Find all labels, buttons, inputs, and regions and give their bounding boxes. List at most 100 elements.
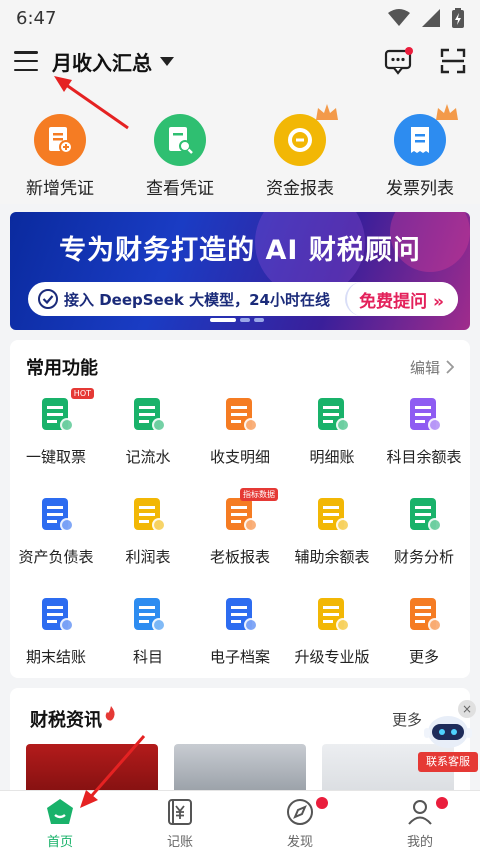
feature-label: 辅助余额表 — [294, 548, 370, 566]
feature-tag: 指标数据 — [240, 488, 278, 501]
feature-item[interactable]: 明细账 — [286, 388, 378, 488]
tab-label: 首页 — [46, 835, 73, 850]
upgrade-icon — [312, 594, 352, 634]
quick-action-invoice-list[interactable]: 发票列表 — [360, 86, 480, 204]
feature-label: 利润表 — [125, 548, 171, 566]
signal-icon — [422, 9, 440, 27]
menu-icon[interactable] — [14, 51, 38, 71]
crown-icon — [316, 104, 338, 120]
add-voucher-icon — [34, 114, 86, 166]
feature-label: 科目 — [132, 648, 163, 666]
feature-tag: HOT — [70, 388, 94, 399]
quick-action-label: 发票列表 — [386, 179, 454, 199]
feature-item[interactable]: 更多 — [378, 588, 470, 688]
feature-item[interactable]: 升级专业版 — [286, 588, 378, 688]
feature-label: 老板报表 — [209, 548, 270, 566]
chevron-right-icon — [446, 360, 454, 374]
view-voucher-icon — [154, 114, 206, 166]
feature-label: 收支明细 — [209, 448, 270, 466]
message-icon[interactable] — [384, 47, 414, 75]
bottom-tab-bar: 首页 记账 发现 我的 — [0, 790, 480, 855]
invoice-list-icon — [394, 104, 458, 166]
customer-service-button[interactable]: 联系客服 — [418, 752, 478, 772]
feature-grid: HOT 一键取票 记流水 收支明细 明细账 科目余额表 资产负债表 利润表 指标… — [10, 388, 470, 688]
quick-action-label: 查看凭证 — [146, 179, 214, 199]
feature-label: 记流水 — [125, 448, 171, 466]
banner-title: 专为财务打造的 AI 财税顾问 — [59, 235, 421, 266]
crown-icon — [436, 104, 458, 120]
status-time: 6:47 — [16, 7, 57, 29]
home-icon — [47, 799, 73, 824]
profile-icon — [408, 800, 432, 825]
feature-label: 升级专业版 — [294, 648, 370, 666]
quick-action-label: 资金报表 — [266, 179, 334, 199]
tab-label: 记账 — [166, 835, 193, 850]
aux-balance-icon — [312, 494, 352, 534]
feature-item[interactable]: 辅助余额表 — [286, 488, 378, 588]
feature-item[interactable]: 记流水 — [102, 388, 194, 488]
close-icon[interactable]: × — [458, 700, 476, 718]
boss-report-icon: 指标数据 — [220, 488, 278, 534]
ai-advisor-banner[interactable]: 专为财务打造的 AI 财税顾问 接入 DeepSeek 大模型，24小时在线 免… — [10, 212, 470, 330]
more-icon — [404, 594, 444, 634]
discover-icon — [287, 799, 313, 825]
edit-button[interactable]: 编辑 — [410, 357, 454, 378]
banner-pagination — [210, 318, 264, 322]
app-header: 月收入汇总 — [0, 36, 480, 86]
feature-item[interactable]: 期末结账 — [10, 588, 102, 688]
news-card: 财税资讯 更多 — [10, 688, 470, 798]
feature-item[interactable]: 科目 — [102, 588, 194, 688]
feature-label: 科目余额表 — [386, 448, 462, 466]
tab-label: 我的 — [406, 835, 433, 850]
feature-item[interactable]: 收支明细 — [194, 388, 286, 488]
quick-action-add-voucher[interactable]: 新增凭证 — [0, 86, 120, 204]
status-bar: 6:47 — [0, 0, 480, 36]
battery-icon — [452, 8, 464, 28]
free-ask-button[interactable]: 免费提问 » — [345, 282, 458, 316]
feature-item[interactable]: 电子档案 — [194, 588, 286, 688]
chevron-down-icon[interactable] — [160, 56, 174, 66]
bookkeeping-icon — [168, 799, 192, 825]
ledger-icon — [312, 394, 352, 434]
feature-label: 电子档案 — [209, 648, 270, 666]
cash-flow-icon — [128, 394, 168, 434]
feature-label: 期末结账 — [25, 648, 86, 666]
news-title: 财税资讯 — [30, 710, 102, 731]
profit-icon — [128, 494, 168, 534]
feature-item[interactable]: 财务分析 — [378, 488, 470, 588]
tab-discover[interactable]: 发现 — [240, 791, 360, 855]
banner-pill[interactable]: 接入 DeepSeek 大模型，24小时在线 免费提问 » — [28, 282, 458, 316]
feature-label: 明细账 — [309, 448, 355, 466]
notification-dot — [316, 797, 328, 809]
feature-label: 一键取票 — [25, 448, 86, 466]
page-title[interactable]: 月收入汇总 — [52, 47, 152, 76]
quick-actions: 新增凭证 查看凭证 资金报表 发票列表 — [0, 86, 480, 204]
finance-analysis-icon — [404, 494, 444, 534]
feature-item[interactable]: 资产负债表 — [10, 488, 102, 588]
period-close-icon — [36, 594, 76, 634]
banner-subtitle: 接入 DeepSeek 大模型，24小时在线 — [64, 290, 330, 309]
balance-sheet-icon — [36, 494, 76, 534]
quick-action-view-voucher[interactable]: 查看凭证 — [120, 86, 240, 204]
feature-label: 资产负债表 — [18, 548, 94, 566]
edit-label: 编辑 — [409, 358, 440, 377]
tab-profile[interactable]: 我的 — [360, 791, 480, 855]
feature-item[interactable]: 利润表 — [102, 488, 194, 588]
notification-dot — [436, 797, 448, 809]
tab-home[interactable]: 首页 — [0, 791, 120, 855]
feature-item[interactable]: HOT 一键取票 — [10, 388, 102, 488]
scan-icon[interactable] — [440, 48, 466, 74]
quick-action-fund-report[interactable]: 资金报表 — [240, 86, 360, 204]
common-features-card: 常用功能 编辑 HOT 一键取票 记流水 收支明细 明细账 科目余额表 资产负债… — [10, 340, 470, 678]
feature-item[interactable]: 科目余额表 — [378, 388, 470, 488]
feature-item[interactable]: 指标数据老板报表 — [194, 488, 286, 588]
feature-label: 财务分析 — [393, 548, 454, 566]
check-circle-icon — [38, 289, 58, 309]
flame-icon — [105, 706, 115, 721]
e-archive-icon — [220, 594, 260, 634]
account-balance-icon — [404, 394, 444, 434]
section-title: 常用功能 — [26, 358, 98, 379]
tab-label: 发现 — [286, 835, 313, 850]
tab-bookkeeping[interactable]: 记账 — [120, 791, 240, 855]
subject-icon — [128, 594, 168, 634]
